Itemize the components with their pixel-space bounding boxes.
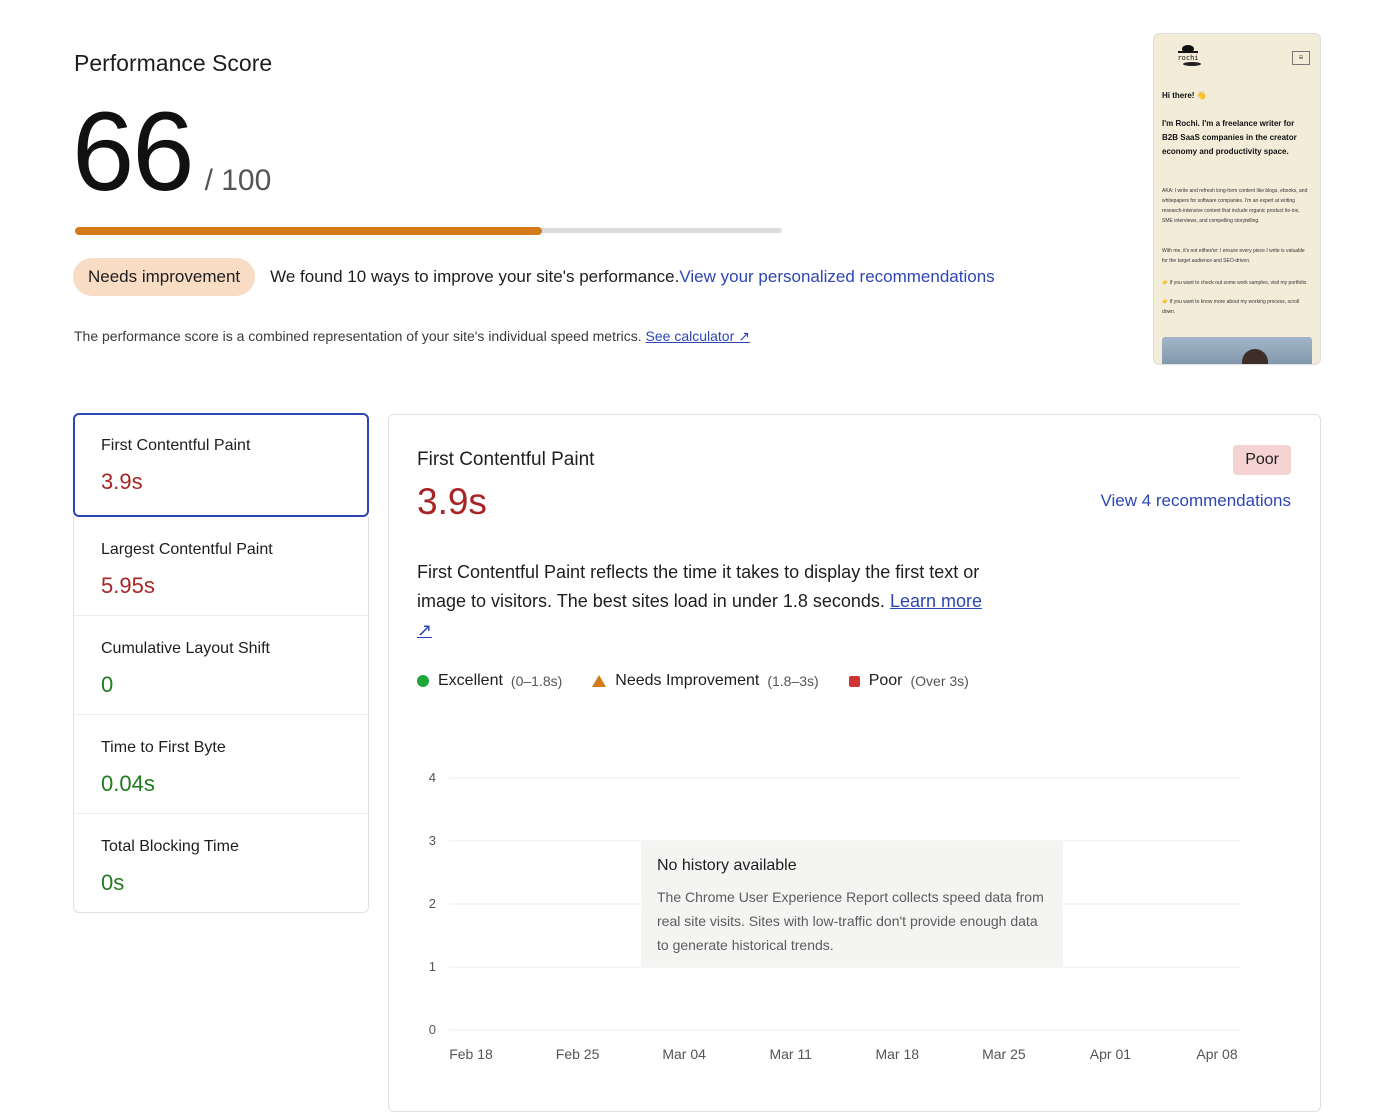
score-note: The performance score is a combined repr… xyxy=(74,328,750,345)
x-tick-label: Mar 04 xyxy=(662,1046,706,1062)
metric-value: 0 xyxy=(101,672,114,697)
x-tick-label: Mar 18 xyxy=(875,1046,919,1062)
thumb-paragraph: AKA: I write and refresh long-form conte… xyxy=(1162,188,1308,224)
thumb-paragraph: With me, it's not either/or: I ensure ev… xyxy=(1162,248,1305,264)
page-title: Performance Score xyxy=(74,50,273,76)
metric-item-fcp[interactable]: First Contentful Paint 3.9s xyxy=(73,413,369,517)
legend-range: (Over 3s) xyxy=(910,673,969,689)
legend-item-excellent: Excellent (0–1.8s) xyxy=(417,672,562,690)
circle-icon xyxy=(417,675,429,687)
thumb-intro: I'm Rochi. I'm a freelance writer for B2… xyxy=(1162,119,1297,156)
legend-item-poor: Poor (Over 3s) xyxy=(848,672,969,690)
hamburger-menu-icon: ≡ xyxy=(1292,51,1310,65)
detail-value: 3.9s xyxy=(417,481,487,522)
metric-item-lcp[interactable]: Largest Contentful Paint 5.95s xyxy=(73,517,369,616)
y-tick-label: 3 xyxy=(429,833,436,848)
x-tick-label: Feb 25 xyxy=(556,1046,600,1062)
metric-name: Time to First Byte xyxy=(101,739,226,756)
metric-item-ttfb[interactable]: Time to First Byte 0.04s xyxy=(73,715,369,814)
status-summary: We found 10 ways to improve your site's … xyxy=(270,267,680,286)
view-recommendations-link[interactable]: View 4 recommendations xyxy=(1100,491,1291,511)
legend-label: Excellent xyxy=(438,672,503,689)
square-icon xyxy=(848,675,860,687)
y-tick-label: 1 xyxy=(429,959,436,974)
legend-range: (0–1.8s) xyxy=(510,673,563,689)
metric-name: First Contentful Paint xyxy=(101,437,251,454)
metric-name: Cumulative Layout Shift xyxy=(101,640,270,657)
no-history-title: No history available xyxy=(657,857,797,874)
metric-value: 0s xyxy=(101,870,125,895)
metrics-list: First Contentful Paint 3.9s Largest Cont… xyxy=(73,413,369,913)
thumb-photo-person xyxy=(1242,349,1268,364)
metric-name: Largest Contentful Paint xyxy=(101,541,273,558)
metric-value: 5.95s xyxy=(101,573,155,598)
thumb-photo xyxy=(1162,337,1312,364)
y-tick-label: 4 xyxy=(429,770,436,785)
thumb-paragraph: 👉 If you want to check out some work sam… xyxy=(1162,280,1308,286)
detail-title: First Contentful Paint xyxy=(417,449,595,470)
x-tick-label: Feb 18 xyxy=(449,1046,493,1062)
score-display: 66 / 100 xyxy=(72,96,271,208)
recommendations-link[interactable]: View your personalized recommendations xyxy=(679,267,994,287)
x-tick-label: Mar 11 xyxy=(769,1046,812,1062)
legend-label: Needs Improvement xyxy=(615,672,760,689)
legend-item-needs-improvement: Needs Improvement (1.8–3s) xyxy=(592,672,819,690)
score-progress-bar xyxy=(75,227,782,235)
metric-value: 3.9s xyxy=(101,469,143,494)
status-badge: Needs improvement xyxy=(73,258,256,296)
metric-value: 0.04s xyxy=(101,771,155,796)
chart-legend: Excellent (0–1.8s) Needs Improvement (1.… xyxy=(417,672,999,690)
score-value: 66 xyxy=(72,89,195,214)
status-row: Needs improvement We found 10 ways to im… xyxy=(73,258,995,296)
thumb-paragraph: 👉 If you want to know more about my work… xyxy=(1162,299,1300,315)
triangle-icon xyxy=(592,675,607,687)
metric-detail-panel: First Contentful Paint 3.9s Poor View 4 … xyxy=(388,414,1321,1112)
metric-item-tbt[interactable]: Total Blocking Time 0s xyxy=(73,814,369,913)
site-logo-text: rochi xyxy=(1177,54,1198,62)
thumb-greeting: Hi there! 👋 xyxy=(1162,91,1207,100)
x-tick-label: Apr 01 xyxy=(1090,1046,1131,1062)
score-note-text: The performance score is a combined repr… xyxy=(74,328,642,344)
no-history-body: The Chrome User Experience Report collec… xyxy=(657,889,1044,953)
metric-name: Total Blocking Time xyxy=(101,838,239,855)
metric-item-cls[interactable]: Cumulative Layout Shift 0 xyxy=(73,616,369,715)
legend-range: (1.8–3s) xyxy=(767,673,819,689)
rating-badge: Poor xyxy=(1233,445,1291,475)
legend-label: Poor xyxy=(868,672,903,689)
score-max: / 100 xyxy=(204,164,272,197)
calculator-link[interactable]: See calculator ↗ xyxy=(646,328,750,344)
score-progress-fill xyxy=(75,227,542,235)
y-tick-label: 2 xyxy=(429,896,436,911)
site-screenshot-thumbnail: rochi ≡ Hi there! 👋 I'm Rochi. I'm a fre… xyxy=(1153,33,1321,365)
x-tick-label: Apr 08 xyxy=(1196,1046,1237,1062)
x-tick-label: Mar 25 xyxy=(982,1046,1026,1062)
no-history-message: No history available The Chrome User Exp… xyxy=(641,841,1063,967)
site-logo-icon: rochi xyxy=(1177,45,1201,66)
detail-description: First Contentful Paint reflects the time… xyxy=(417,558,997,645)
y-tick-label: 0 xyxy=(429,1022,436,1037)
